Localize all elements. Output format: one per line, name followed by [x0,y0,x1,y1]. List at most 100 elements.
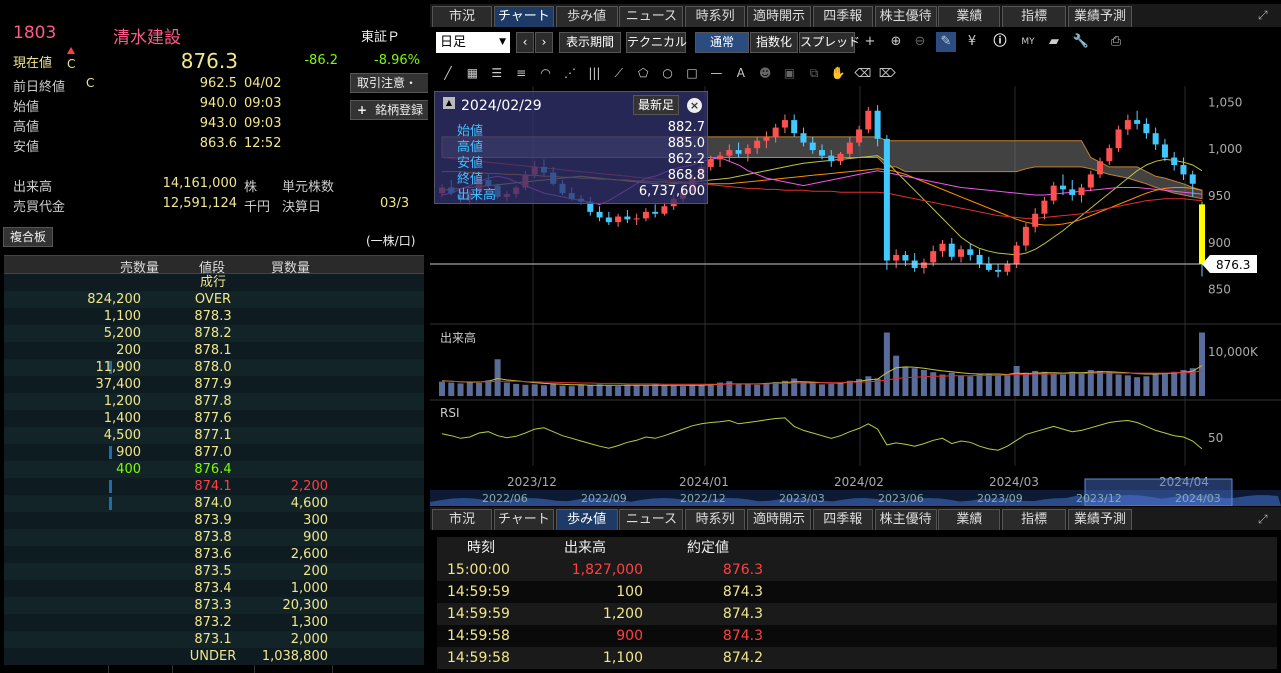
index-mode-button[interactable]: 指数化 [750,32,798,53]
tab-0[interactable]: 市況 [432,509,492,530]
volume-bar [540,385,547,396]
trading-notice-button[interactable]: 取引注意・ [350,73,428,93]
spread-mode-button[interactable]: スプレッド [799,32,860,53]
tab-1[interactable]: チャート [493,509,554,530]
orderbook-row[interactable]: 900 877.0 [4,444,424,461]
tab-6[interactable]: 四季報 [812,6,873,27]
trade-row[interactable]: 14:59:59 1,200 874.3 [437,603,1277,625]
orderbook-row[interactable]: UNDER 1,038,800 [4,648,424,665]
register-stock-button[interactable]: + 銘柄登録 [350,100,428,120]
orderbook-row[interactable]: 400 876.4 [4,461,424,478]
orderbook-row[interactable]: 4,500 877.1 [4,427,424,444]
parallel-lines-icon[interactable]: ☰ [487,63,507,83]
ruler-icon[interactable]: ▦ [462,63,482,83]
tab-4[interactable]: 時系列 [685,509,746,530]
period-select[interactable]: 日足 ▼ [436,32,510,53]
my-indicator-icon[interactable]: MY [1018,32,1038,52]
volume-bar [587,385,594,396]
close-icon[interactable]: × [687,98,702,113]
tab-9[interactable]: 指標 [1002,509,1067,530]
horizontal-lines-icon[interactable]: ≡ [511,63,531,83]
tab-3[interactable]: ニュース [619,6,684,27]
orderbook-row[interactable]: 873.5 200 [4,563,424,580]
collapse-icon[interactable]: ▲ [443,97,455,109]
fan-icon[interactable]: ⋰ [560,63,580,83]
vertical-lines-icon[interactable]: ||| [584,63,604,83]
plus-icon: + [357,103,368,117]
tab-5[interactable]: 適時開示 [747,509,811,530]
info-icon[interactable]: ⓘ [990,32,1010,52]
hand-icon[interactable]: ✋ [828,63,848,83]
latest-bar-button[interactable]: 最新足 [633,95,679,115]
hline-icon[interactable]: — [706,63,726,83]
tab-8[interactable]: 業績 [938,6,1001,27]
tab-7[interactable]: 株主優待 [874,6,937,27]
tab-10[interactable]: 業績予測 [1068,509,1132,530]
rectangle-icon[interactable]: □ [682,63,702,83]
trendline-icon[interactable]: ╱ [438,63,458,83]
tab-3[interactable]: ニュース [619,509,684,530]
orderbook-row[interactable]: 成行 [4,274,424,291]
orderbook-row[interactable]: 874.0 4,600 [4,495,424,512]
arc-icon[interactable]: ◠ [536,63,556,83]
prev-button[interactable]: ‹ [516,32,534,53]
tab-9[interactable]: 指標 [1002,6,1067,27]
tab-10[interactable]: 業績予測 [1068,6,1132,27]
expand-icon[interactable]: ⤢ [1258,512,1272,526]
pen-icon[interactable]: ✎ [936,32,956,52]
crosshair-icon[interactable]: + [860,32,880,52]
tab-2[interactable]: 歩み値 [555,509,618,530]
orderbook-row[interactable]: 1,400 877.6 [4,410,424,427]
orderbook-row[interactable]: 824,200 OVER [4,291,424,308]
tab-4[interactable]: 時系列 [685,6,746,27]
orderbook-row[interactable]: 873.8 900 [4,529,424,546]
circle-icon[interactable]: ○ [658,63,678,83]
tab-1[interactable]: チャート [493,6,554,27]
orderbook-row[interactable]: 873.4 1,000 [4,580,424,597]
next-button[interactable]: › [535,32,553,53]
tab-6[interactable]: 四季報 [812,509,873,530]
orderbook-row[interactable]: 873.3 20,300 [4,597,424,614]
tab-8[interactable]: 業績 [938,509,1001,530]
expand-icon[interactable]: ⤢ [1258,8,1272,22]
candle [605,217,612,223]
tab-2[interactable]: 歩み値 [555,6,618,27]
orderbook-row[interactable]: 873.1 2,000 [4,631,424,648]
orderbook-row[interactable]: 1,100 878.3 [4,308,424,325]
orderbook-row[interactable]: 873.2 1,300 [4,614,424,631]
orderbook-row[interactable]: 1,200 877.8 [4,393,424,410]
trade-row[interactable]: 14:59:59 100 874.3 [437,581,1277,603]
composite-board-button[interactable]: 複合板 [3,227,53,247]
wrench-icon[interactable]: 🔧 [1071,32,1091,52]
stamp-icon[interactable]: ▣ [780,63,800,83]
technical-button[interactable]: テクニカル [626,32,687,53]
trade-row[interactable]: 15:00:00 1,827,000 876.3 [437,559,1277,581]
area-chart-icon[interactable]: ▰ [1044,32,1064,52]
orderbook-row[interactable]: 200 878.1 [4,342,424,359]
trade-row[interactable]: 14:59:58 900 874.3 [437,625,1277,647]
orderbook-row[interactable]: 874.1 2,200 [4,478,424,495]
copy-icon[interactable]: ⧉ [804,63,824,83]
orderbook-row[interactable]: 11,900 878.0 [4,359,424,376]
print-icon[interactable]: ⎙ [1106,32,1126,52]
orderbook-row[interactable]: 37,400 877.9 [4,376,424,393]
trade-row[interactable]: 14:59:58 1,100 874.2 [437,647,1277,669]
orderbook-row[interactable]: 873.6 2,600 [4,546,424,563]
text-icon[interactable]: A [731,63,751,83]
icon-stamp-icon[interactable]: ☻ [755,63,775,83]
zoom-in-icon[interactable]: ⊕ [886,32,906,52]
erase-all-icon[interactable]: ⌦ [877,63,897,83]
orderbook-row[interactable]: 5,200 878.2 [4,325,424,342]
gann-icon[interactable]: ⟋ [609,63,629,83]
orderbook-row[interactable]: 873.9 300 [4,512,424,529]
eraser-icon[interactable]: ⌫ [853,63,873,83]
normal-mode-button[interactable]: 通常 [695,32,749,53]
tab-0[interactable]: 市況 [432,6,492,27]
tab-7[interactable]: 株主優待 [874,509,937,530]
display-period-button[interactable]: 表示期間 [559,32,621,53]
yen-icon[interactable]: ¥ [962,32,982,52]
tab-5[interactable]: 適時開示 [747,6,811,27]
zoom-out-icon[interactable]: ⊖ [910,32,930,52]
pentagon-icon[interactable]: ⬠ [633,63,653,83]
order-price: 877.1 [194,428,232,443]
